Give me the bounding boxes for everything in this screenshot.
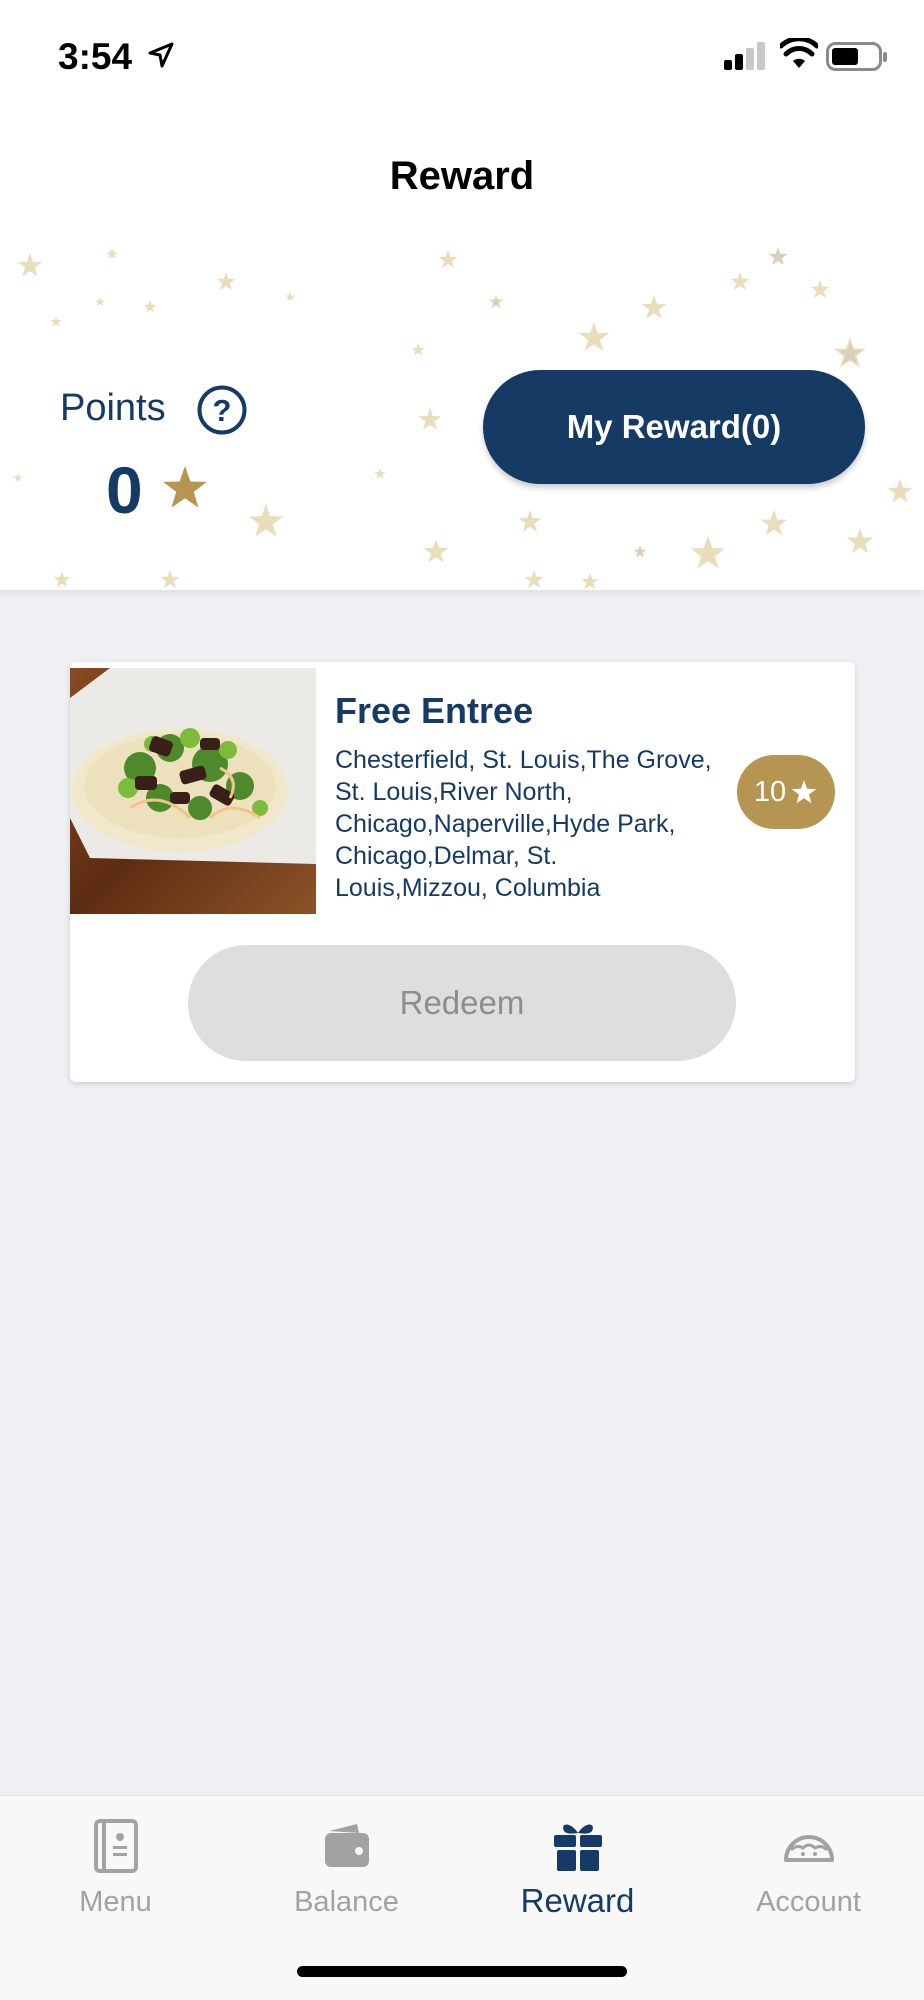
battery-icon [826, 42, 887, 71]
wallet-icon [324, 1824, 369, 1867]
gift-icon [553, 1824, 602, 1871]
tab-menu[interactable]: Menu [0, 1796, 231, 1946]
status-time: 3:54 [58, 36, 133, 77]
star-icon [163, 466, 207, 508]
wifi-icon [780, 38, 818, 68]
tab-label: Balance [294, 1886, 399, 1918]
page-title: Reward [389, 154, 535, 198]
reward-title: Free Entree [335, 690, 534, 731]
location-arrow-icon [148, 42, 174, 68]
tab-account[interactable]: Account [693, 1796, 924, 1946]
tab-reward[interactable]: Reward [462, 1796, 693, 1946]
header: Reward [0, 110, 924, 242]
menu-book-icon [93, 1819, 138, 1873]
svg-text:?: ? [213, 393, 232, 428]
points-cost-value: 10 [753, 775, 787, 808]
my-reward-button[interactable]: My Reward(0) [483, 370, 865, 484]
tab-label: Account [756, 1886, 861, 1918]
help-icon[interactable]: ? [196, 384, 248, 436]
home-indicator [297, 1966, 627, 1977]
taco-photo [70, 668, 316, 914]
status-bar: 3:54 [0, 0, 924, 110]
points-cost-badge: 10 [737, 755, 835, 829]
taco-icon [783, 1835, 834, 1862]
points-label: Points [60, 387, 166, 429]
cellular-signal-icon [724, 42, 765, 70]
points-value: 0 [106, 453, 143, 527]
tab-balance[interactable]: Balance [231, 1796, 462, 1946]
reward-locations: Chesterfield, St. Louis,The Grove, St. L… [335, 746, 712, 902]
tab-label: Reward [520, 1882, 635, 1919]
star-icon [791, 779, 817, 804]
tab-label: Menu [79, 1886, 152, 1918]
redeem-button[interactable]: Redeem [188, 945, 736, 1061]
points-banner: Points ? 0 My Reward(0) [0, 242, 924, 590]
reward-card[interactable]: Free Entree Chesterfield, St. Louis,The … [70, 662, 855, 1082]
